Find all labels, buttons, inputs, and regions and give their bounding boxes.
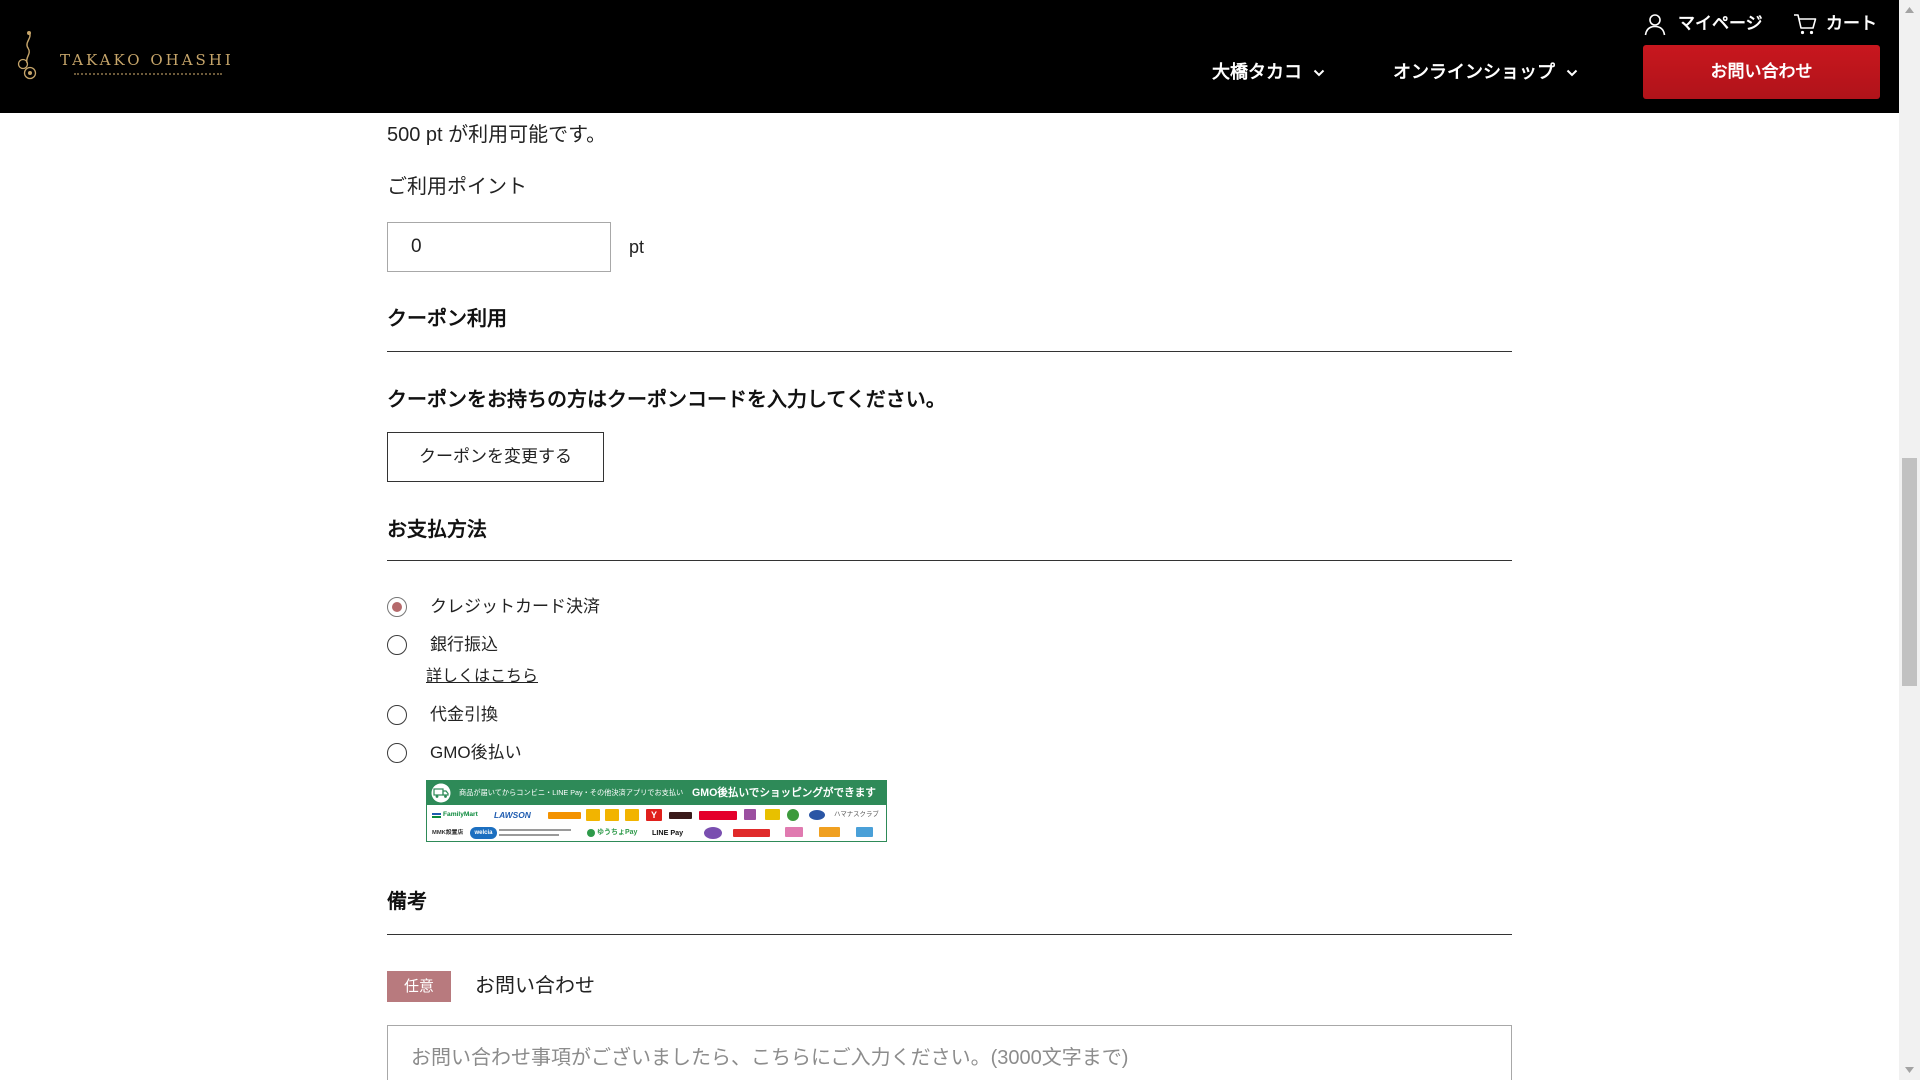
bank-transfer-details-link[interactable]: 詳しくはこちら bbox=[426, 665, 538, 689]
nav-item-online-shop[interactable]: オンラインショップ bbox=[1393, 59, 1555, 87]
blue-pay-logo bbox=[856, 827, 873, 837]
green-round-logo bbox=[787, 809, 799, 821]
purple-store-logo bbox=[744, 809, 756, 820]
yucho-pay-logo: ゆうちょPay bbox=[587, 827, 645, 839]
cart-icon[interactable] bbox=[1793, 12, 1817, 36]
gmo-banner-header: 商品が届いてからコンビニ・LINE Pay・その他決済アプリでお支払い GMO後… bbox=[427, 781, 886, 805]
radio-cash-on-delivery[interactable] bbox=[387, 705, 407, 725]
red-y-store-logo: Y bbox=[646, 809, 662, 821]
section-divider bbox=[387, 934, 1512, 935]
truck-icon bbox=[431, 783, 451, 803]
optional-badge: 任意 bbox=[387, 971, 451, 1002]
hamanasu-club-logo: ハマナスクラブ bbox=[834, 811, 879, 818]
logo-tagline-decoration bbox=[74, 73, 222, 75]
gmo-banner-header-text: 商品が届いてからコンビニ・LINE Pay・その他決済アプリでお支払い bbox=[459, 788, 684, 797]
gmo-banner-header-emphasis: GMO後払いでショッピングができます bbox=[692, 787, 876, 799]
radio-gmo-deferred[interactable] bbox=[387, 743, 407, 763]
points-unit: pt bbox=[629, 237, 645, 257]
user-icon[interactable] bbox=[1643, 12, 1667, 36]
radio-label-bank-transfer[interactable]: 銀行振込 bbox=[430, 633, 498, 657]
mmk-logo: MMK設置店 bbox=[432, 830, 464, 836]
inquiry-label: お問い合わせ bbox=[475, 975, 595, 997]
orange-store-logo bbox=[548, 812, 581, 819]
red-pay-logo bbox=[733, 829, 770, 837]
line-pay-logo: LINE Pay bbox=[652, 828, 684, 837]
nav-item-takako-ohashi[interactable]: 大橋タカコ bbox=[1212, 59, 1302, 87]
yucho-pay-logo-text: ゆうちょPay bbox=[597, 829, 638, 836]
chevron-down-icon[interactable] bbox=[1313, 69, 1325, 77]
purple-pay-logo bbox=[704, 827, 722, 839]
gmo-deferred-payment-banner: 商品が届いてからコンビニ・LINE Pay・その他決済アプリでお支払い GMO後… bbox=[426, 780, 887, 842]
welcia-logo: welcia bbox=[470, 827, 497, 839]
red-store-logo bbox=[699, 811, 737, 820]
radio-credit-card[interactable] bbox=[387, 597, 407, 617]
site-header: TAKAKO OHASHI マイページ カート 大橋タカコ オンラインショップ … bbox=[0, 0, 1899, 113]
use-points-label: ご利用ポイント bbox=[387, 176, 527, 198]
blue-round-logo bbox=[809, 810, 825, 820]
notes-heading: 備考 bbox=[387, 889, 427, 913]
cart-link[interactable]: カート bbox=[1826, 10, 1877, 38]
scrollbar-thumb[interactable] bbox=[1902, 458, 1917, 686]
change-coupon-button[interactable]: クーポンを変更する bbox=[387, 432, 604, 482]
radio-label-credit-card[interactable]: クレジットカード決済 bbox=[430, 595, 600, 619]
pink-pay-logo bbox=[785, 827, 803, 837]
section-divider bbox=[387, 351, 1512, 352]
scroll-down-arrow-icon[interactable] bbox=[1899, 1059, 1920, 1080]
orange-pay-logo bbox=[819, 827, 840, 837]
contact-button[interactable]: お問い合わせ bbox=[1643, 45, 1880, 99]
logo-text[interactable]: TAKAKO OHASHI bbox=[60, 50, 234, 70]
radio-label-cash-on-delivery[interactable]: 代金引換 bbox=[430, 703, 498, 727]
inquiry-textarea[interactable] bbox=[387, 1025, 1512, 1080]
yellow-store-logo-1 bbox=[586, 809, 600, 821]
yellow-store-logo-3 bbox=[625, 809, 639, 821]
dark-store-logo bbox=[669, 812, 692, 819]
scroll-up-arrow-icon[interactable] bbox=[1899, 0, 1920, 21]
points-input[interactable] bbox=[387, 222, 611, 272]
payment-heading: お支払方法 bbox=[387, 517, 487, 541]
lawson-logo: LAWSON bbox=[494, 810, 531, 820]
yellow-square-logo bbox=[765, 809, 780, 820]
chevron-down-icon[interactable] bbox=[1566, 69, 1578, 77]
mypage-link[interactable]: マイページ bbox=[1678, 10, 1763, 38]
radio-bank-transfer[interactable] bbox=[387, 635, 407, 655]
radio-label-gmo-deferred[interactable]: GMO後払い bbox=[430, 741, 522, 765]
familymart-logo-text: FamilyMart bbox=[443, 811, 478, 818]
yellow-store-logo-2 bbox=[605, 809, 619, 821]
welcia-note bbox=[499, 827, 573, 839]
section-divider bbox=[387, 560, 1512, 561]
coupon-description: クーポンをお持ちの方はクーポンコードを入力してください。 bbox=[387, 387, 946, 411]
familymart-logo: FamilyMart bbox=[432, 809, 487, 821]
coupon-heading: クーポン利用 bbox=[387, 306, 507, 330]
flower-ornament-icon[interactable] bbox=[14, 30, 44, 82]
available-points-text: 500 pt が利用可能です。 bbox=[387, 124, 607, 146]
